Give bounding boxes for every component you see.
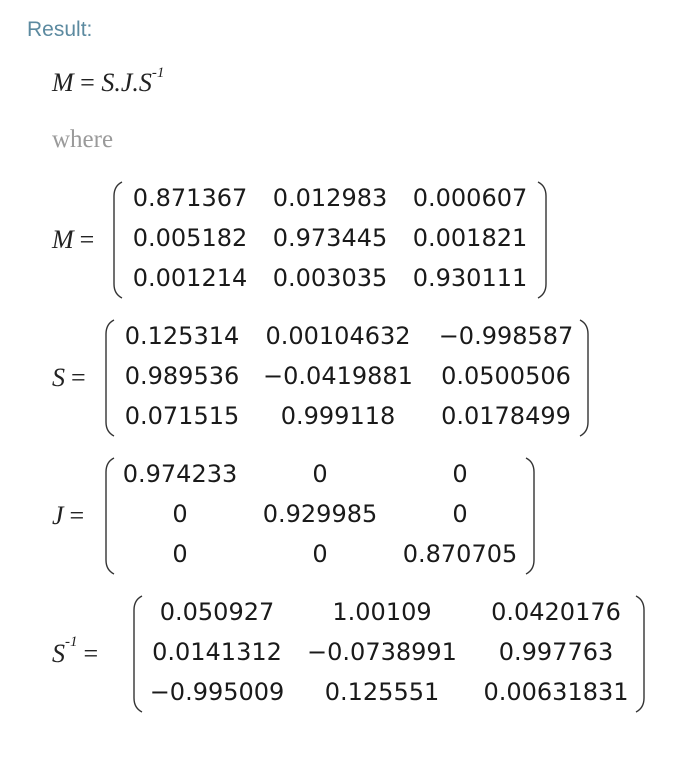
matrix-cell: −0.995009 <box>149 678 285 706</box>
matrix-cell: 0.0420176 <box>491 598 621 626</box>
decomposition-equals: = <box>80 68 95 97</box>
matrix-cell: 0 <box>172 540 188 568</box>
matrix-body: 0.871367 0.012983 0.000607 0.005182 0.973445… <box>112 180 548 300</box>
matrix-cell: 0.930111 <box>412 264 528 292</box>
matrix-cell: 0.0178499 <box>441 402 571 430</box>
matrix-cell: 0 <box>452 500 468 528</box>
matrix-cell: 0.00104632 <box>265 322 411 350</box>
matrix-label: S -1 = <box>52 594 98 714</box>
matrix-name: M <box>52 225 74 254</box>
decomposition-lhs: M <box>52 68 74 97</box>
right-paren <box>537 181 547 299</box>
matrix-cell: 0 <box>312 460 328 488</box>
matrix-cell: 0.125551 <box>324 678 440 706</box>
matrix-name: S <box>52 639 65 668</box>
matrix-label: J = <box>52 456 84 576</box>
matrix-cell: 0.989536 <box>124 362 240 390</box>
decomposition-rhs-sup: -1 <box>151 65 165 82</box>
matrix-body: 0.125314 0.00104632 −0.998587 0.989536 −0.04… <box>104 318 590 438</box>
decomposition-rhs: S.J.S <box>101 68 152 97</box>
matrix-cell: 0.050927 <box>159 598 275 626</box>
matrix-cell: 0.0141312 <box>152 638 282 666</box>
equals-sign: = <box>69 501 85 530</box>
matrix-cell: 0.001214 <box>132 264 248 292</box>
matrix-cell: 0.071515 <box>124 402 240 430</box>
matrix-cell: 1.00109 <box>332 598 432 626</box>
matrix-cell: 0.012983 <box>272 184 388 212</box>
matrix-cell: 0.00631831 <box>483 678 629 706</box>
decomposition-equation: M = S.J.S-1 <box>52 65 165 98</box>
matrix-body: 0.050927 1.00109 0.0420176 0.0141312 −0.0738… <box>132 594 646 714</box>
right-paren <box>635 595 645 713</box>
matrix-cell: 0.125314 <box>124 322 240 350</box>
matrix-name: S <box>52 363 65 392</box>
matrix-cell: 0.929985 <box>262 500 378 528</box>
equals-sign: = <box>83 639 99 668</box>
matrix-cell: −0.0738991 <box>307 638 457 666</box>
matrix-name: J <box>52 501 64 530</box>
matrix-cell: 0.997763 <box>498 638 614 666</box>
matrix-cell: 0 <box>312 540 328 568</box>
left-paren <box>105 319 115 437</box>
matrix-name-sup: -1 <box>65 633 78 650</box>
matrix-cell: 0.871367 <box>132 184 248 212</box>
equals-sign: = <box>79 225 95 254</box>
matrix-cell: −0.998587 <box>438 322 574 350</box>
equals-sign: = <box>71 363 86 392</box>
matrix-body: 0.974233 0 0 0 0.929985 0 0 0 0.870705 <box>104 456 536 576</box>
left-paren <box>105 457 115 575</box>
matrix-cell: 0 <box>172 500 188 528</box>
right-paren <box>525 457 535 575</box>
matrix-cell: 0.005182 <box>132 224 248 252</box>
left-paren <box>113 181 123 299</box>
matrix-cell: 0.001821 <box>412 224 528 252</box>
result-label: Result: <box>27 18 93 41</box>
matrix-cell: 0.974233 <box>122 460 238 488</box>
matrix-cell: 0.999118 <box>280 402 396 430</box>
matrix-label: S = <box>52 318 86 438</box>
matrix-cell: 0 <box>452 460 468 488</box>
left-paren <box>133 595 143 713</box>
matrix-cell: 0.000607 <box>412 184 528 212</box>
matrix-cell: −0.0419881 <box>263 362 413 390</box>
matrix-label: M = <box>52 180 94 300</box>
matrix-cell: 0.0500506 <box>441 362 571 390</box>
matrix-cell: 0.973445 <box>272 224 388 252</box>
matrix-cell: 0.870705 <box>402 540 518 568</box>
right-paren <box>579 319 589 437</box>
matrix-cell: 0.003035 <box>272 264 388 292</box>
where-label: where <box>52 126 114 153</box>
